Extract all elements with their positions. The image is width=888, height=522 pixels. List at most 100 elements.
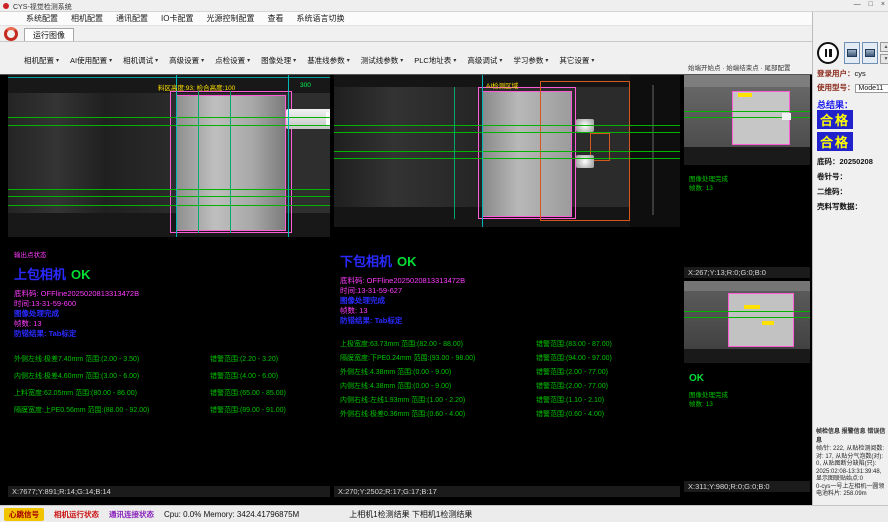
bright-spot [576,155,594,168]
aux-line: 帧数: 13 [689,184,728,193]
toolbar-item[interactable]: 学习参数▾ [513,55,548,66]
output-state-note: 输出点状态 [14,251,326,261]
measure-line [8,189,330,190]
time-line: 时间:13-31-59-600 [14,299,326,309]
chevron-down-icon: ▾ [247,57,250,64]
toolbar-item[interactable]: PLC地址表▾ [414,55,456,66]
info-fields: 底码：20250208 卷针号： 二维码： 壳料写数据： [817,154,886,214]
chevron-down-icon: ▾ [347,57,350,64]
camera-image-left[interactable]: 料区高度:93; 检合高度:100 300 [8,75,330,237]
camera-name: 下包相机 [340,254,392,269]
toolbar-item[interactable]: 相机配置▾ [24,55,59,66]
tab-run-image[interactable]: 运行图像 [24,28,74,42]
menu-item[interactable]: IO卡配置 [161,13,193,24]
camera-view-aux-top: 图像处理完成帧数: 13 X:267;Y:13;R:0;G:0;B:0 [684,75,810,278]
measure-line [334,132,680,133]
camera-image-center[interactable]: AI检测区域 [334,75,680,227]
minimize-button[interactable]: — [854,1,861,8]
heartbeat-badge: 心跳信号 [4,508,44,521]
measurement-row: 隔膜宽度:下PE0.24mm 范围:(93.00 - 98.00)错警范围:(9… [340,352,676,366]
measure-line [684,311,810,312]
material-slab [176,95,286,231]
menu-item[interactable]: 通讯配置 [116,13,148,24]
menu-item[interactable]: 系统配置 [26,13,58,24]
tab-divider [0,41,812,42]
toolbar-item[interactable]: 点检设置▾ [215,55,250,66]
toolbar-item[interactable]: 高级调试▾ [467,55,502,66]
camera-toggle-button[interactable] [844,42,860,64]
aux-line: 图像处理完成 [689,175,728,184]
edge-line [482,75,483,227]
gripper-tip [326,112,330,125]
measure-line [334,125,680,126]
measurement-row: 内侧左线:4.38mm 范围:(0.00 - 9.00)错警范围:(2.00 -… [340,380,676,394]
pause-button[interactable] [817,42,839,64]
frame-info-lines: 帧/针: 222, 从贴检测阅数:对: 17, 从贴分气泡数(对):0, 从贴图… [816,446,886,499]
camera-image-aux-top[interactable] [684,75,810,165]
camera-status-line: 下包相机OK [340,251,676,270]
edge-line [230,91,231,233]
edge-line [288,75,289,237]
measure-line [334,158,680,159]
camera-status-line: 上包相机OK [14,264,326,283]
machine-texture [334,87,484,207]
info-field: 底码：20250208 [817,154,886,169]
left-result-text: 输出点状态 上包相机OK 底料码: OFFline202502081331347… [14,251,326,419]
machine-band [684,75,810,87]
ok-status: OK [689,373,704,384]
toolbar-item[interactable]: 图像处理▾ [261,55,296,66]
machine-texture [8,93,170,213]
overlay-ai-label: AI检测区域 [486,80,518,90]
cursor-coordinates: X:270;Y:2502;R:17;G:17;B:17 [334,486,680,497]
up-button[interactable]: ▲ [880,42,888,52]
login-row: 登录用户：cys [817,68,866,79]
camera-icon [847,49,857,57]
maximize-button[interactable]: □ [869,1,873,8]
frame-info-line: 0, 从贴图断分缺陷(只): [816,461,886,469]
toolbar-item[interactable]: 测试线参数▾ [361,55,404,66]
gripper-part [286,109,330,129]
result-line: 防错结果: Tab标定 [14,329,326,339]
overall-result-badge: 合格 [817,110,853,129]
measurement-row: 外侧左线:4.38mm 范围:(0.00 - 9.00)错警范围:(2.00 -… [340,366,676,380]
edge-line [176,75,177,237]
cpu-memory-text: Cpu: 0.0% Memory: 3424.41796875M [164,510,299,519]
toolbar-item[interactable]: AI使用配置▾ [70,55,112,66]
frame-line: 帧数: 13 [14,319,326,329]
toolbar-item[interactable]: 基准线参数▾ [307,55,350,66]
model-row: 使用型号：Mode11 [817,82,888,93]
frame-info-line: 对: 17, 从贴分气泡数(对): [816,454,886,462]
brand-logo-icon [4,27,18,41]
dark-bottom [684,147,810,165]
menu-bar: 系统配置 相机配置 通讯配置 IO卡配置 光源控制配置 查看 系统语言切换 [0,12,888,26]
aux-line: 图像处理完成 [689,391,728,400]
monitor-toggle-button[interactable] [862,42,878,64]
measurement-list: 外侧左线:极差7.40mm 范围:(2.00 - 3.50)错警范围:(2.20… [14,351,326,419]
measure-line [8,125,330,126]
toolbar-item[interactable]: 高级设置▾ [169,55,204,66]
chevron-down-icon: ▾ [56,57,59,64]
overall-result-badge: 合格 [817,132,853,151]
window-titlebar: CYS-视觉检测系统 — □ × [0,0,888,12]
measure-line [8,196,330,197]
toolbar-item[interactable]: 其它设置▾ [559,55,594,66]
camera-view-aux-bottom: OK 图像处理完成帧数: 13 X:311;Y:980;R:0;G:0;B:0 [684,281,810,492]
chevron-down-icon: ▾ [155,57,158,64]
monitor-icon [865,49,875,57]
aux-text-lines: 图像处理完成帧数: 13 [689,391,728,409]
menu-item[interactable]: 系统语言切换 [296,13,344,24]
menu-item[interactable]: 相机配置 [71,13,103,24]
info-panel: ▲ ▼ 登录用户：cys 使用型号：Mode11 总结果： 合格合格 底码：20… [812,12,888,505]
menu-item[interactable]: 光源控制配置 [206,13,254,24]
camera-image-aux-bottom[interactable] [684,281,810,363]
material-slab [728,293,794,347]
status-bar: 心跳信号 相机运行状态 通讯连接状态 Cpu: 0.0% Memory: 342… [0,505,888,522]
measurement-row: 隔膜宽度:上PE0.56mm 范围:(88.00 - 92.00)错警范围:(8… [14,402,326,419]
chevron-down-icon: ▾ [453,57,456,64]
toolbar-item[interactable]: 相机调试▾ [123,55,158,66]
down-button[interactable]: ▼ [880,54,888,64]
close-button[interactable]: × [881,1,885,8]
model-select[interactable]: Mode11 [855,84,888,93]
overlay-mark [762,321,774,325]
menu-item[interactable]: 查看 [267,13,283,24]
